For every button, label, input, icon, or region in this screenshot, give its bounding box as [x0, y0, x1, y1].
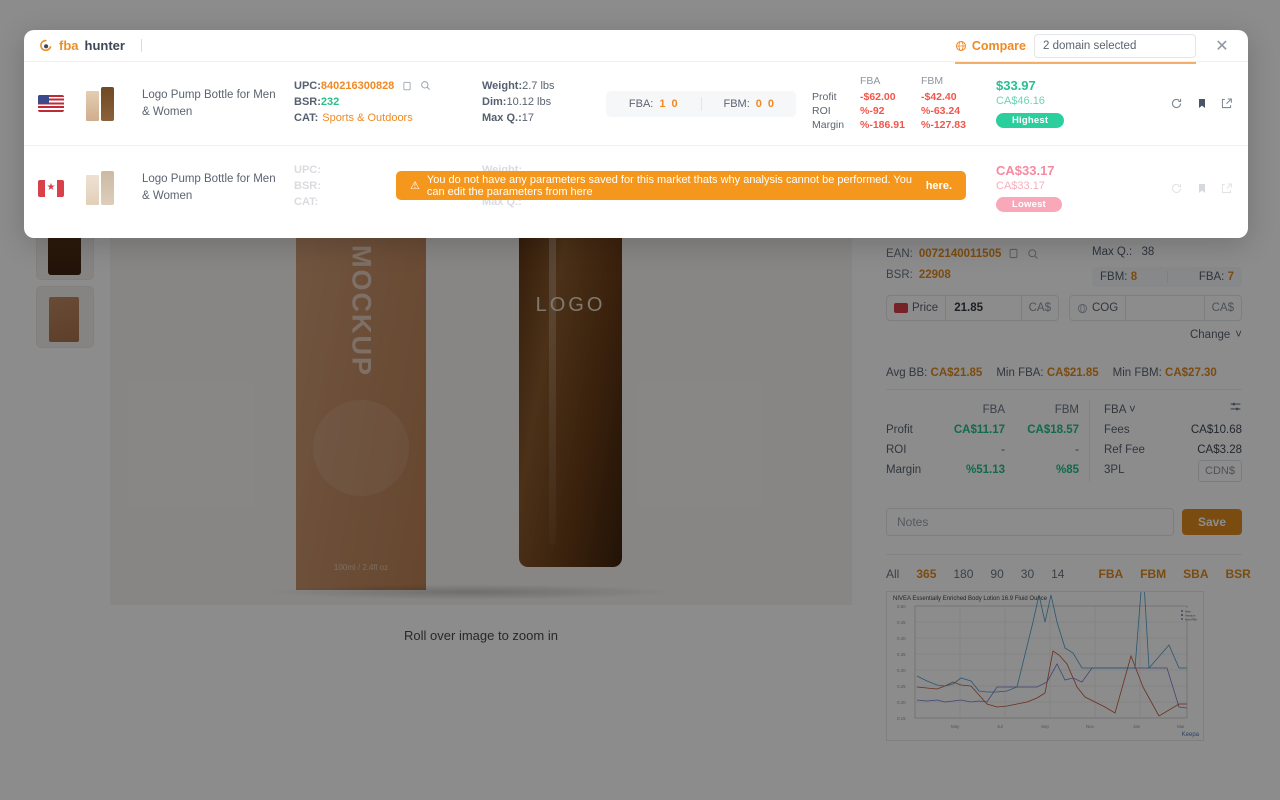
bsr-row: BSR: 232 [294, 96, 482, 108]
maxq-label: Max Q.: [482, 112, 522, 124]
compare-tab[interactable]: Compare [955, 39, 1026, 53]
price-secondary: CA$46.16 [996, 94, 1114, 109]
price-secondary: CA$33.17 [996, 179, 1114, 194]
compare-group: Compare 2 domain selected [955, 34, 1196, 58]
fba-label: FBA: [629, 98, 653, 110]
maxq-row: Max Q.:17 [482, 112, 606, 124]
dim-row: Dim:10.12 lbs [482, 96, 606, 108]
bookmark-icon[interactable] [1194, 96, 1209, 111]
dim-value: 10.12 lbs [506, 96, 551, 108]
bsr-label: BSR: [294, 96, 321, 108]
price-primary: $33.97 [996, 79, 1114, 94]
maxq-value: 17 [522, 112, 534, 124]
fbm-b: 0 [768, 98, 774, 110]
weight-value: 2.7 lbs [522, 80, 554, 92]
table-row: ROI %-92 %-63.24 [812, 104, 982, 118]
fbm-a: 0 [756, 98, 762, 110]
refresh-icon[interactable] [1169, 181, 1184, 196]
product-title[interactable]: Logo Pump Bottle for Men & Women [142, 87, 282, 120]
metrics-col-fbm: FBM [921, 75, 982, 87]
app-root: LOGO MP BOTTLE MOCKUP 100ml / 2.4fl oz L… [0, 0, 1280, 800]
brand-fba: fba [59, 38, 79, 53]
cat-value: Sports & Outdoors [322, 112, 413, 124]
ca-flag-icon: ★ [38, 180, 64, 197]
fbm-group: FBM: 0 0 [702, 98, 797, 110]
external-link-icon[interactable] [1219, 96, 1234, 111]
compare-controls: Compare 2 domain selected ✕ [955, 30, 1232, 62]
price-primary: CA$33.17 [996, 164, 1114, 179]
cat-row: CAT: Sports & Outdoors [294, 112, 482, 124]
brand-hunter: hunter [85, 38, 125, 53]
product-thumbnail[interactable] [86, 87, 118, 121]
parameters-warning-banner: ⚠ You do not have any parameters saved f… [396, 171, 966, 200]
external-link-icon[interactable] [1219, 181, 1234, 196]
row-stock: FBA: 1 0 FBM: 0 0 [606, 91, 796, 117]
bsr-label: BSR: [294, 180, 321, 192]
upc-row: UPC: 840216300828 [294, 79, 482, 92]
fbm-label: FBM: [723, 98, 749, 110]
product-title[interactable]: Logo Pump Bottle for Men & Women [142, 171, 282, 204]
row-fbm: -$42.40 [921, 90, 982, 104]
row-fbm: %-63.24 [921, 104, 982, 118]
copy-icon[interactable] [400, 79, 413, 92]
row-dimensions: Weight:2.7 lbs Dim:10.12 lbs Max Q.:17 [482, 80, 606, 128]
refresh-icon[interactable] [1169, 96, 1184, 111]
row-fba: %-186.91 [860, 118, 921, 132]
warning-triangle-icon: ⚠ [410, 179, 420, 192]
upc-label: UPC: [294, 80, 321, 92]
product-thumbnail[interactable] [86, 171, 118, 205]
warning-link[interactable]: here. [926, 180, 952, 192]
hunter-icon [40, 39, 53, 52]
dim-label: Dim: [482, 96, 506, 108]
upc-value: 840216300828 [321, 80, 394, 92]
upc-label: UPC: [294, 164, 321, 176]
row-actions [1169, 96, 1234, 111]
cat-label: CAT: [294, 196, 318, 208]
compare-label: Compare [972, 39, 1026, 53]
weight-label: Weight: [482, 80, 522, 92]
fba-group: FBA: 1 0 [606, 98, 701, 110]
weight-row: Weight:2.7 lbs [482, 80, 606, 92]
row-label: Profit [812, 90, 860, 104]
app-logo: fba hunter [40, 38, 142, 53]
search-icon[interactable] [419, 79, 432, 92]
fba-b: 0 [671, 98, 677, 110]
row-metrics: FBA FBM Profit -$62.00 -$42.40 ROI %-92 … [812, 75, 982, 132]
close-icon[interactable]: ✕ [1212, 36, 1232, 56]
row-price: CA$33.17 CA$33.17 Lowest [996, 164, 1114, 213]
status-badge: Lowest [996, 197, 1062, 212]
row-identifiers: UPC: 840216300828 BSR: 232 CAT: Sports &… [294, 79, 482, 128]
warning-text: You do not have any parameters saved for… [427, 174, 919, 198]
row-fbm: %-127.83 [921, 118, 982, 132]
compare-row-ca[interactable]: ★ Logo Pump Bottle for Men & Women UPC: … [24, 146, 1248, 230]
us-flag-icon [38, 95, 64, 112]
fba-a: 1 [659, 98, 665, 110]
compare-modal: fba hunter Compare [24, 30, 1248, 238]
row-label: ROI [812, 104, 860, 118]
stock-box: FBA: 1 0 FBM: 0 0 [606, 91, 796, 117]
bsr-value: 232 [321, 96, 339, 108]
table-row: Margin %-186.91 %-127.83 [812, 118, 982, 132]
cat-label: CAT: [294, 112, 318, 124]
row-fba: %-92 [860, 104, 921, 118]
metrics-col-fba: FBA [860, 75, 921, 87]
row-fba: -$62.00 [860, 90, 921, 104]
compare-row-us[interactable]: Logo Pump Bottle for Men & Women UPC: 84… [24, 62, 1248, 146]
brand-divider [141, 39, 142, 52]
row-price: $33.97 CA$46.16 Highest [996, 79, 1114, 128]
row-label: Margin [812, 118, 860, 132]
status-badge: Highest [996, 113, 1064, 128]
maple-leaf-icon: ★ [47, 183, 56, 193]
modal-header: fba hunter Compare [24, 30, 1248, 62]
row-actions [1169, 181, 1234, 196]
metrics-header: FBA FBM [812, 75, 982, 87]
table-row: Profit -$62.00 -$42.40 [812, 90, 982, 104]
bookmark-icon[interactable] [1194, 181, 1209, 196]
globe-icon [955, 40, 967, 52]
domain-select-input[interactable]: 2 domain selected [1034, 34, 1196, 58]
